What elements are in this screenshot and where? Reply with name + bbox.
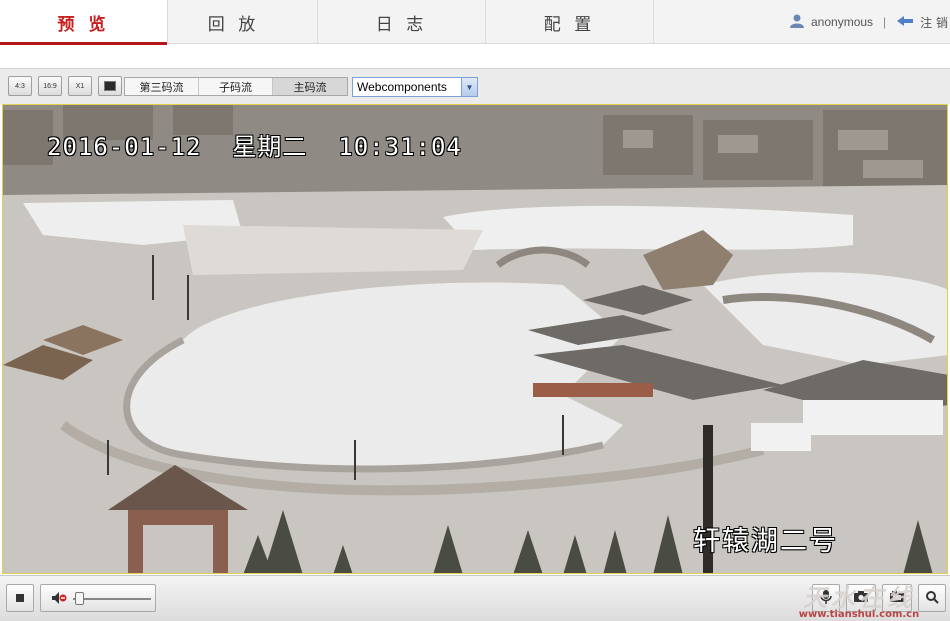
user-icon bbox=[789, 13, 805, 32]
stream-sub-button[interactable]: 子码流 bbox=[199, 78, 273, 95]
plugin-select[interactable]: Webcomponents ▼ bbox=[352, 77, 478, 97]
camera-scene bbox=[3, 105, 947, 573]
user-area: anonymous | 注 销 bbox=[789, 0, 950, 44]
watermark-title: 天水在线 bbox=[803, 584, 915, 612]
tab-preview[interactable]: 预 览 bbox=[0, 0, 168, 45]
stream-third-button[interactable]: 第三码流 bbox=[125, 78, 199, 95]
separator: | bbox=[883, 15, 887, 29]
stream-selector: 第三码流 子码流 主码流 bbox=[124, 77, 348, 96]
volume-control[interactable] bbox=[40, 584, 156, 612]
chevron-down-icon: ▼ bbox=[461, 78, 477, 96]
original-size-button[interactable]: X1 bbox=[68, 76, 92, 96]
logout-link[interactable]: 注 销 bbox=[920, 14, 948, 31]
video-viewport[interactable]: 2016-01-12 星期二 10:31:04 轩辕湖二号 bbox=[2, 104, 948, 574]
tab-configuration[interactable]: 配 置 bbox=[486, 0, 654, 44]
speaker-muted-icon[interactable] bbox=[51, 591, 67, 608]
fullscreen-icon bbox=[104, 81, 116, 91]
aspect-16-9-button[interactable]: 16:9 bbox=[38, 76, 62, 96]
logout-icon[interactable] bbox=[896, 14, 914, 31]
plugin-select-value: Webcomponents bbox=[357, 80, 447, 94]
video-timestamp: 2016-01-12 星期二 10:31:04 bbox=[47, 133, 462, 161]
tab-log[interactable]: 日 志 bbox=[318, 0, 486, 44]
stop-icon bbox=[16, 594, 24, 602]
username: anonymous bbox=[811, 15, 874, 29]
fullscreen-button[interactable] bbox=[98, 76, 122, 96]
preview-toolbar: 4:3 16:9 X1 第三码流 子码流 主码流 Webcomponents ▼ bbox=[0, 68, 950, 104]
playback-control-bar: 天水在线 www.tianshui.com.cn bbox=[0, 575, 950, 621]
aspect-4-3-button[interactable]: 4:3 bbox=[8, 76, 32, 96]
volume-slider-track[interactable] bbox=[73, 598, 151, 600]
site-watermark: 天水在线 www.tianshui.com.cn bbox=[774, 578, 944, 620]
stream-main-button[interactable]: 主码流 bbox=[273, 78, 347, 95]
top-navigation: 预 览 回 放 日 志 配 置 anonymous | 注 销 bbox=[0, 0, 950, 45]
stop-button[interactable] bbox=[6, 584, 34, 612]
volume-slider-thumb[interactable] bbox=[75, 592, 85, 605]
camera-name: 轩辕湖二号 bbox=[693, 526, 838, 557]
tab-playback[interactable]: 回 放 bbox=[150, 0, 318, 44]
